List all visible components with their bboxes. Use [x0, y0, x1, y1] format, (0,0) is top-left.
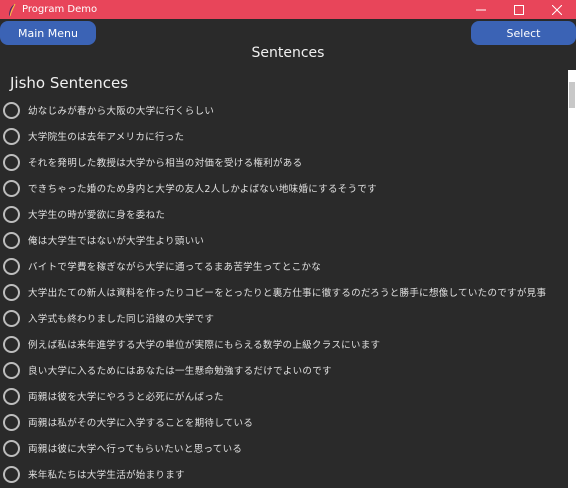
- sentence-option[interactable]: 両親は彼を大学にやろうと必死にがんばった: [0, 384, 568, 408]
- title-bar: Program Demo: [0, 0, 576, 19]
- maximize-icon: [514, 4, 524, 15]
- sentence-text: 大学出たての新人は資料を作ったりコピーをとったりと裏方仕事に徹するのだろうと勝手…: [28, 288, 547, 299]
- sentence-option[interactable]: 大学生の時が愛欲に身を委ねた: [0, 202, 568, 226]
- maximize-button[interactable]: [500, 0, 538, 19]
- radio-icon[interactable]: [3, 309, 20, 327]
- feather-icon: [4, 2, 20, 18]
- sentence-option[interactable]: 例えば私は来年進学する大学の単位が実際にもらえる数学の上級クラスにいます: [0, 332, 568, 356]
- radio-icon[interactable]: [3, 283, 20, 301]
- toolbar: Main Menu Select: [0, 19, 576, 47]
- sentence-text: できちゃった婚のため身内と大学の友人2人しかよばない地味婚にするそうです: [28, 184, 377, 195]
- sentence-text: 俺は大学生ではないが大学生より頭いい: [28, 236, 205, 247]
- window-controls: [462, 0, 576, 19]
- sentence-text: 幼なじみが春から大阪の大学に行くらしい: [28, 106, 215, 117]
- sentence-option[interactable]: 大学院生のは去年アメリカに行った: [0, 124, 568, 148]
- sentence-option[interactable]: 入学式も終わりました同じ沿線の大学です: [0, 306, 568, 330]
- scrollbar-thumb[interactable]: [569, 82, 575, 108]
- sentence-option[interactable]: できちゃった婚のため身内と大学の友人2人しかよばない地味婚にするそうです: [0, 176, 568, 200]
- sentence-option[interactable]: 幼なじみが春から大阪の大学に行くらしい: [0, 98, 568, 122]
- sentence-text: それを発明した教授は大学から相当の対価を受ける権利がある: [28, 158, 303, 169]
- close-button[interactable]: [538, 0, 576, 19]
- radio-icon[interactable]: [3, 127, 20, 145]
- sentence-option[interactable]: それを発明した教授は大学から相当の対価を受ける権利がある: [0, 150, 568, 174]
- sentence-option[interactable]: 両親は彼に大学へ行ってもらいたいと思っている: [0, 436, 568, 460]
- radio-icon[interactable]: [3, 153, 20, 171]
- minimize-button[interactable]: [462, 0, 500, 19]
- sentence-option[interactable]: 両親は私がその大学に入学することを期待している: [0, 410, 568, 434]
- sentence-option[interactable]: 来年私たちは大学生活が始まります: [0, 462, 568, 486]
- radio-icon[interactable]: [3, 413, 20, 431]
- radio-icon[interactable]: [3, 335, 20, 353]
- radio-icon[interactable]: [3, 257, 20, 275]
- radio-icon[interactable]: [3, 465, 20, 483]
- sentence-text: 入学式も終わりました同じ沿線の大学です: [28, 314, 215, 325]
- sentence-option[interactable]: 大学出たての新人は資料を作ったりコピーをとったりと裏方仕事に徹するのだろうと勝手…: [0, 280, 568, 304]
- sentence-option[interactable]: 良い大学に入るためにはあなたは一生懸命勉強するだけでよいのです: [0, 358, 568, 382]
- minimize-icon: [476, 9, 486, 10]
- select-button[interactable]: Select: [471, 21, 576, 45]
- radio-icon[interactable]: [3, 387, 20, 405]
- radio-icon[interactable]: [3, 179, 20, 197]
- sentence-option[interactable]: バイトで学費を稼ぎながら大学に通ってるまあ苦学生ってとこかな: [0, 254, 568, 278]
- section-title: Jisho Sentences: [10, 74, 129, 92]
- window-title: Program Demo: [22, 4, 98, 15]
- radio-icon[interactable]: [3, 439, 20, 457]
- sentence-text: 両親は彼を大学にやろうと必死にがんばった: [28, 392, 224, 403]
- sentence-text: 大学院生のは去年アメリカに行った: [28, 132, 185, 143]
- sentence-text: 大学生の時が愛欲に身を委ねた: [28, 210, 166, 221]
- page-title: Sentences: [251, 45, 325, 61]
- close-icon: [552, 4, 562, 15]
- sentence-text: 来年私たちは大学生活が始まります: [28, 470, 185, 481]
- radio-icon[interactable]: [3, 361, 20, 379]
- radio-icon[interactable]: [3, 101, 20, 119]
- sentence-list: 幼なじみが春から大阪の大学に行くらしい 大学院生のは去年アメリカに行った それを…: [0, 98, 568, 488]
- radio-icon[interactable]: [3, 231, 20, 249]
- main-menu-button[interactable]: Main Menu: [0, 21, 96, 45]
- sentence-text: 両親は彼に大学へ行ってもらいたいと思っている: [28, 444, 243, 455]
- vertical-scrollbar[interactable]: [568, 70, 576, 488]
- sentence-option[interactable]: 俺は大学生ではないが大学生より頭いい: [0, 228, 568, 252]
- radio-icon[interactable]: [3, 205, 20, 223]
- sentence-text: バイトで学費を稼ぎながら大学に通ってるまあ苦学生ってとこかな: [28, 262, 322, 273]
- sentence-text: 良い大学に入るためにはあなたは一生懸命勉強するだけでよいのです: [28, 366, 332, 377]
- sentence-text: 例えば私は来年進学する大学の単位が実際にもらえる数学の上級クラスにいます: [28, 340, 381, 351]
- sentence-text: 両親は私がその大学に入学することを期待している: [28, 418, 254, 429]
